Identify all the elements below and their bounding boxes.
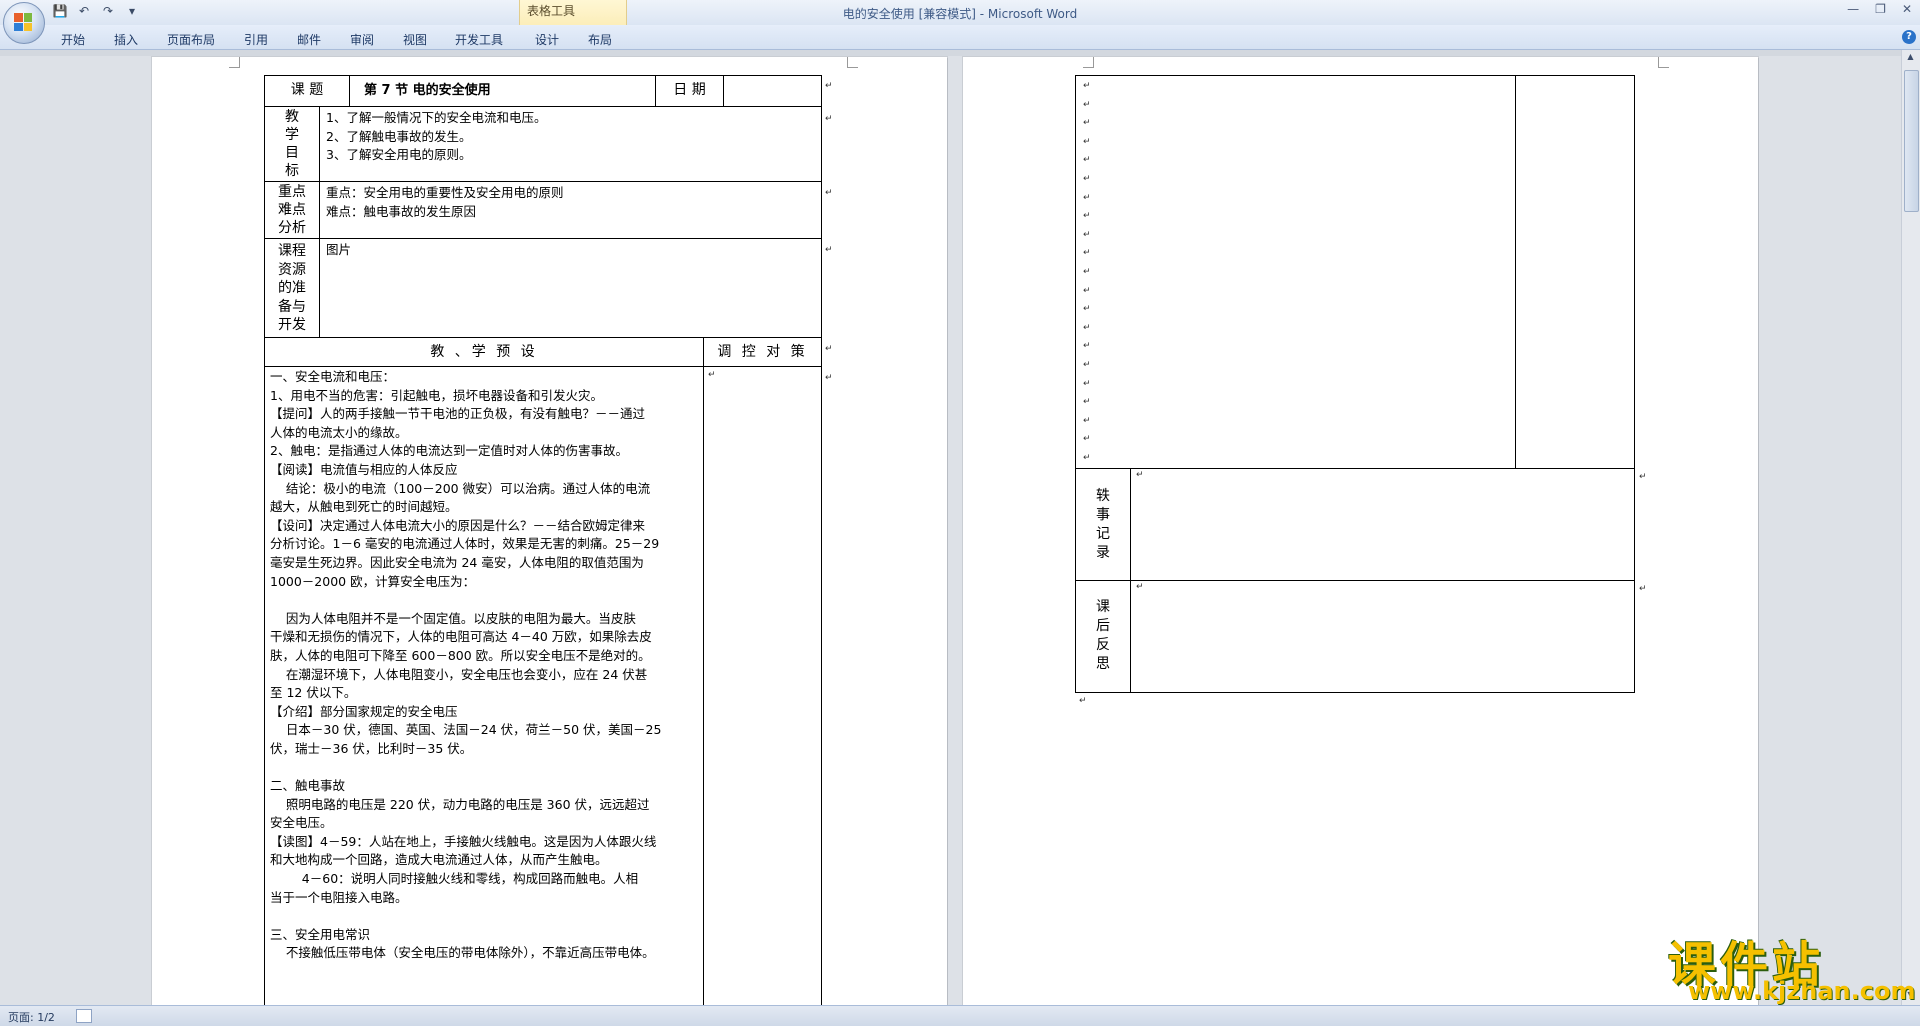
control-notes-cell[interactable]	[703, 366, 822, 1005]
document-page-2[interactable]: ↵ ↵ ↵ ↵ ↵ ↵ ↵ ↵ ↵ ↵ ↵ ↵ ↵ ↵ ↵ ↵ ↵ ↵ ↵ ↵ ↵ 轶 事 记 录 ↵ 课 后 反 思 …	[963, 57, 1758, 1005]
page-gap-strip	[0, 50, 1902, 56]
help-icon[interactable]: ?	[1902, 30, 1916, 44]
crop-mark	[229, 57, 240, 68]
dropdown-icon[interactable]: ▾	[124, 3, 140, 19]
office-logo-icon	[14, 13, 32, 31]
paragraph-mark: ↵	[1136, 470, 1144, 480]
scroll-up-icon[interactable]: ▲	[1904, 52, 1917, 64]
tab-design[interactable]: 设计	[535, 31, 559, 48]
office-button[interactable]	[3, 2, 45, 44]
preset-header: 教 、学 预 设	[430, 344, 538, 360]
tab-developer[interactable]: 开发工具	[455, 31, 503, 48]
paragraph-mark: ↵	[1136, 582, 1144, 592]
lesson-body-text: 一、安全电流和电压： 1、用电不当的危害：引起触电，损坏电器设备和引发火灾。 【…	[270, 369, 662, 961]
reflection-cell[interactable]	[1130, 580, 1635, 693]
tab-references[interactable]: 引用	[244, 31, 268, 48]
watermark-url: www.kjzhan.com	[1688, 977, 1916, 1005]
site-watermark: 课件站 www.kjzhan.com	[1668, 925, 1915, 1005]
document-page-1[interactable]: 课 题 第 7 节 电的安全使用 日 期 教 学 目 标 1、了解一般情况下的安…	[152, 57, 947, 1005]
scrollbar-thumb[interactable]	[1904, 70, 1919, 212]
anecdote-label: 轶 事 记 录	[1096, 488, 1110, 561]
row-end-marks: ↵	[1639, 472, 1647, 482]
control-header: 调 控 对 策	[717, 344, 808, 360]
close-icon[interactable]: ✕	[1902, 2, 1912, 16]
page-counter[interactable]: 页面: 1/2	[8, 1009, 55, 1025]
restore-icon[interactable]: ❐	[1875, 2, 1886, 16]
lesson-body-cont-cell[interactable]	[1075, 75, 1516, 469]
resources-text: 图片	[326, 242, 352, 257]
goals-label: 教 学 目 标	[285, 109, 299, 179]
date-value-cell[interactable]	[723, 75, 822, 107]
date-label: 日 期	[673, 82, 706, 98]
vertical-scrollbar[interactable]: ▲ ▼	[1901, 50, 1920, 1005]
save-icon[interactable]: 💾	[52, 3, 68, 19]
crop-mark	[847, 57, 858, 68]
keypoints-label: 重点 难点 分析	[278, 184, 306, 236]
row-end-marks: ↵	[825, 188, 833, 198]
tab-review[interactable]: 审阅	[350, 31, 374, 48]
tab-view[interactable]: 视图	[403, 31, 427, 48]
status-bar: 页面: 1/2	[0, 1005, 1920, 1026]
lesson-label: 课 题	[290, 82, 324, 98]
quick-access-toolbar: 💾 ↶ ↷ ▾	[52, 3, 140, 19]
proofing-icon[interactable]	[76, 1009, 92, 1023]
row-end-marks: ↵	[825, 81, 833, 91]
window-controls: — ❐ ✕	[1847, 2, 1912, 16]
row-end-marks: ↵	[825, 114, 833, 124]
control-notes-cont-cell[interactable]	[1515, 75, 1635, 469]
paragraph-marks-column: ↵ ↵ ↵ ↵ ↵ ↵ ↵ ↵ ↵ ↵ ↵ ↵ ↵ ↵ ↵ ↵ ↵ ↵ ↵ ↵ ↵	[1083, 81, 1091, 463]
ribbon-tab-bar	[0, 25, 1920, 50]
crop-mark	[1083, 57, 1094, 68]
undo-icon[interactable]: ↶	[76, 3, 92, 19]
tab-home[interactable]: 开始	[61, 31, 85, 48]
goals-text: 1、了解一般情况下的安全电流和电压。 2、了解触电事故的发生。 3、了解安全用电…	[326, 110, 547, 163]
paragraph-mark: ↵	[708, 370, 716, 380]
redo-icon[interactable]: ↷	[100, 3, 116, 19]
tab-insert[interactable]: 插入	[114, 31, 138, 48]
minimize-icon[interactable]: —	[1847, 2, 1859, 16]
resources-label: 课程 资源 的准 备与 开发	[278, 243, 306, 333]
reflection-label: 课 后 反 思	[1096, 599, 1110, 672]
document-workspace[interactable]: 课 题 第 7 节 电的安全使用 日 期 教 学 目 标 1、了解一般情况下的安…	[0, 50, 1902, 1005]
lesson-title: 第 7 节 电的安全使用	[364, 83, 491, 98]
keypoints-text: 重点：安全用电的重要性及安全用电的原则 难点：触电事故的发生原因	[326, 185, 564, 219]
window-title: 电的安全使用 [兼容模式] - Microsoft Word	[842, 7, 1078, 21]
anecdote-cell[interactable]	[1130, 468, 1635, 581]
tab-layout[interactable]: 布局	[588, 31, 612, 48]
row-end-marks: ↵	[825, 344, 833, 354]
tab-page-layout[interactable]: 页面布局	[167, 31, 215, 48]
row-end-marks: ↵	[1639, 584, 1647, 594]
row-end-marks: ↵	[825, 373, 833, 383]
tab-mailings[interactable]: 邮件	[297, 31, 321, 48]
paragraph-mark: ↵	[1079, 696, 1087, 706]
row-end-marks: ↵	[825, 245, 833, 255]
crop-mark	[1658, 57, 1669, 68]
